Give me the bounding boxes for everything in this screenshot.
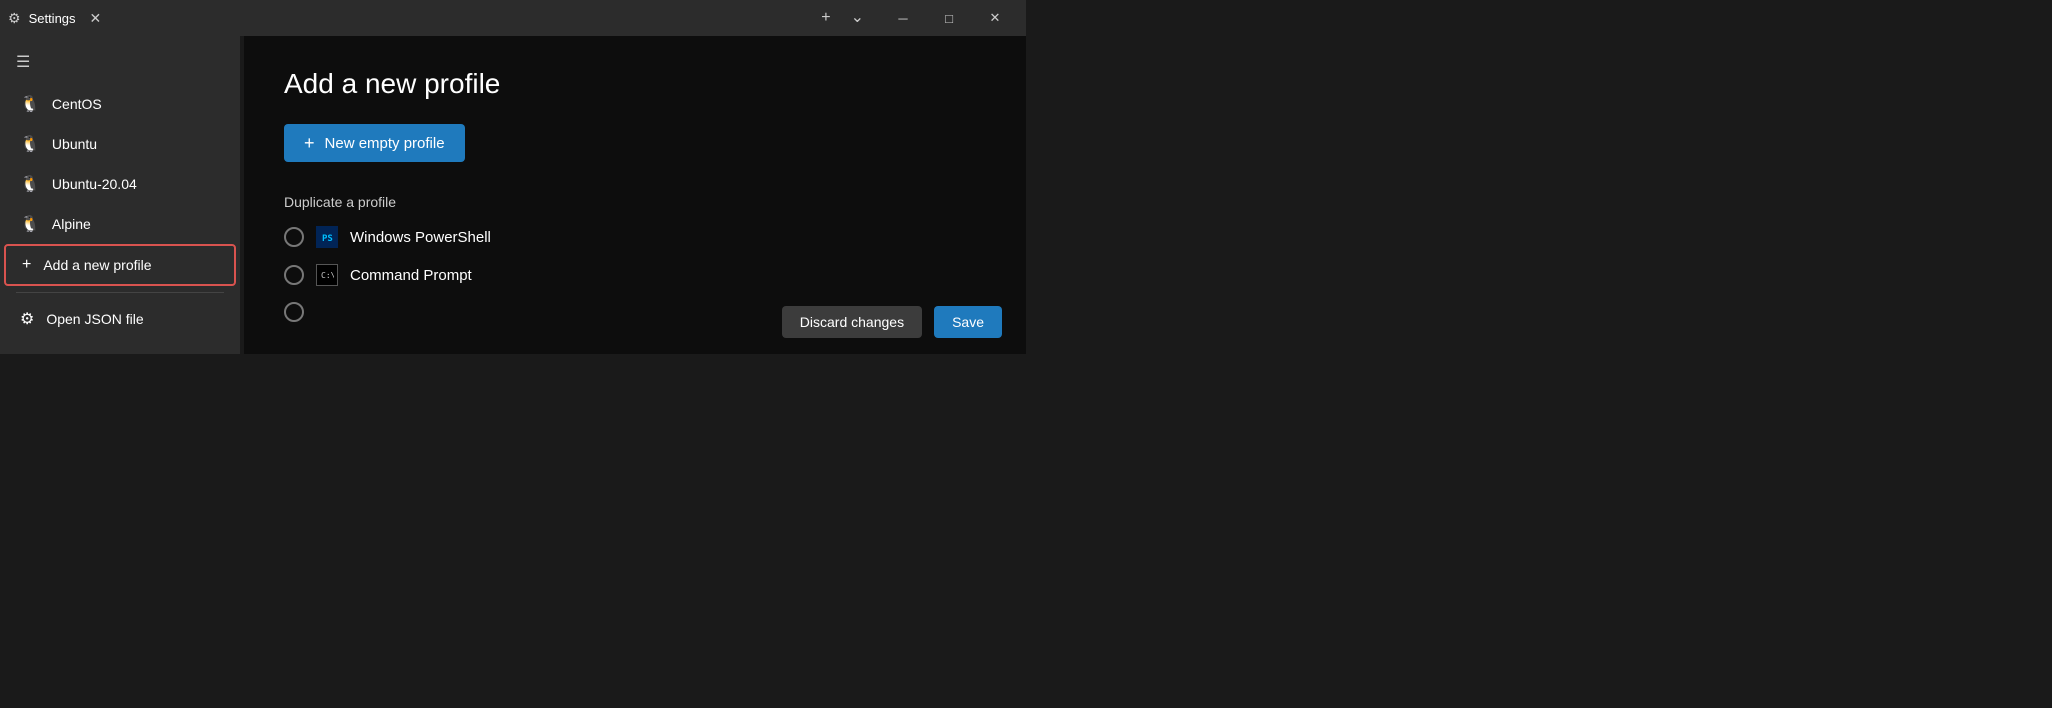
radio-partial[interactable] (284, 302, 304, 322)
window-controls: ─ □ ✕ (880, 2, 1018, 34)
radio-cmd[interactable] (284, 265, 304, 285)
minimize-button[interactable]: ─ (880, 2, 926, 34)
new-profile-plus-icon: + (304, 134, 315, 152)
centos-label: CentOS (52, 96, 102, 112)
discard-changes-button[interactable]: Discard changes (782, 306, 922, 338)
alpine-icon: 🐧 (20, 214, 40, 234)
sidebar-item-centos[interactable]: 🐧 CentOS (4, 84, 236, 124)
sidebar-divider (16, 292, 224, 293)
sidebar-scroll: 🐧 CentOS 🐧 Ubuntu 🐧 Ubuntu-20.04 🐧 Alpin… (0, 84, 240, 354)
sidebar-item-alpine[interactable]: 🐧 Alpine (4, 204, 236, 244)
hamburger-button[interactable]: ☰ (0, 44, 240, 80)
svg-text:PS: PS (322, 234, 333, 244)
profile-option-powershell[interactable]: PS Windows PowerShell (284, 226, 986, 248)
sidebar-item-json[interactable]: ⚙ Open JSON file (4, 299, 236, 339)
new-profile-label: New empty profile (325, 135, 445, 152)
sidebar-item-ubuntu[interactable]: 🐧 Ubuntu (4, 124, 236, 164)
svg-text:C:\: C:\ (321, 271, 334, 280)
title-bar: ⚙ Settings ✕ + ⌄ ─ □ ✕ (0, 0, 1026, 36)
radio-powershell[interactable] (284, 227, 304, 247)
add-tab-button[interactable]: + (813, 8, 838, 28)
duplicate-label: Duplicate a profile (284, 194, 986, 210)
ubuntu2004-label: Ubuntu-20.04 (52, 176, 137, 192)
page-title: Add a new profile (284, 68, 986, 100)
sidebar: ☰ 🐧 CentOS 🐧 Ubuntu 🐧 Ubuntu-20.04 🐧 Alp… (0, 36, 240, 354)
json-label: Open JSON file (46, 311, 143, 327)
sidebar-item-ubuntu2004[interactable]: 🐧 Ubuntu-20.04 (4, 164, 236, 204)
add-profile-label: Add a new profile (43, 257, 151, 273)
powershell-icon: PS (316, 226, 338, 248)
title-bar-left: ⚙ Settings ✕ (8, 8, 813, 29)
cmd-name: Command Prompt (350, 267, 472, 284)
powershell-name: Windows PowerShell (350, 229, 491, 246)
main-layout: ☰ 🐧 CentOS 🐧 Ubuntu 🐧 Ubuntu-20.04 🐧 Alp… (0, 36, 1026, 354)
sidebar-item-add-profile[interactable]: + Add a new profile (4, 244, 236, 286)
content-area: Add a new profile + New empty profile Du… (244, 36, 1026, 354)
dropdown-button[interactable]: ⌄ (843, 8, 872, 28)
ubuntu2004-icon: 🐧 (20, 174, 40, 194)
bottom-bar: Discard changes Save (782, 306, 1002, 338)
close-tab-button[interactable]: ✕ (84, 8, 108, 29)
save-button[interactable]: Save (934, 306, 1002, 338)
add-profile-icon: + (22, 256, 31, 274)
json-icon: ⚙ (20, 309, 34, 329)
title-bar-title: Settings (29, 11, 76, 26)
ubuntu-icon: 🐧 (20, 134, 40, 154)
maximize-button[interactable]: □ (926, 2, 972, 34)
ubuntu-label: Ubuntu (52, 136, 97, 152)
settings-icon: ⚙ (8, 10, 21, 27)
title-bar-actions: + ⌄ (813, 8, 872, 28)
window-close-button[interactable]: ✕ (972, 2, 1018, 34)
centos-icon: 🐧 (20, 94, 40, 114)
hamburger-icon: ☰ (16, 52, 30, 72)
profile-option-cmd[interactable]: C:\ Command Prompt (284, 264, 986, 286)
cmd-icon: C:\ (316, 264, 338, 286)
alpine-label: Alpine (52, 216, 91, 232)
new-empty-profile-button[interactable]: + New empty profile (284, 124, 465, 162)
